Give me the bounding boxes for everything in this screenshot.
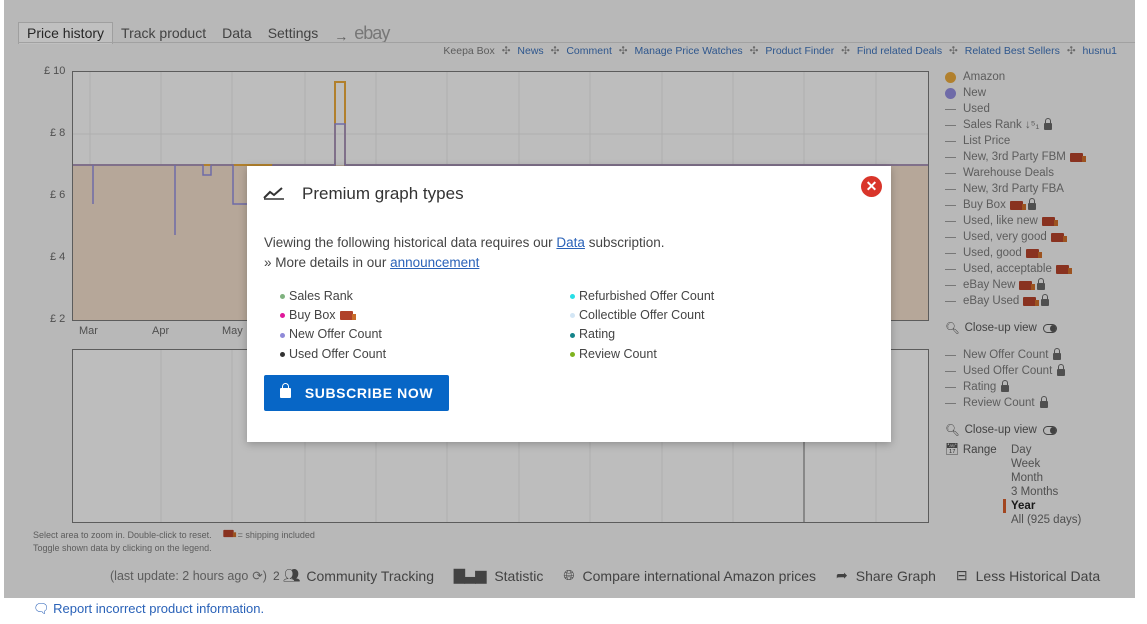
bullet-icon (280, 351, 285, 357)
list-item-label: Used Offer Count (289, 346, 387, 361)
modal-text-part: Viewing the following historical data re… (264, 235, 557, 250)
list-item-label: New Offer Count (289, 327, 382, 342)
premium-modal: Premium graph types ✕ Viewing the follow… (247, 166, 891, 442)
modal-text-line-2: » More details in our announcement (264, 253, 665, 273)
bullet-icon (280, 313, 285, 319)
modal-title: Premium graph types (302, 184, 464, 203)
list-item: Rating (570, 325, 714, 344)
list-item-label: Refurbished Offer Count (579, 289, 715, 303)
shopping-bag-icon (279, 383, 291, 398)
bullet-icon (280, 294, 285, 300)
list-item-label: Review Count (579, 346, 657, 361)
list-item: Review Count (570, 345, 714, 364)
premium-list-2: Refurbished Offer Count Collectible Offe… (570, 287, 714, 364)
subscribe-now-button[interactable]: SUBSCRIBE NOW (264, 375, 449, 411)
comment-icon: 🗨︎ (33, 601, 50, 616)
bullet-icon (570, 313, 575, 319)
modal-description: Viewing the following historical data re… (264, 233, 665, 273)
premium-list-1: Sales Rank Buy Box New Offer Count Used … (280, 287, 386, 364)
subscribe-label: SUBSCRIBE NOW (304, 385, 434, 401)
list-item-label: Buy Box (289, 308, 336, 323)
list-item-label: Sales Rank (289, 289, 353, 303)
trend-chart-icon (263, 187, 284, 200)
list-item: Refurbished Offer Count (570, 287, 714, 306)
list-item: Buy Box (280, 306, 386, 325)
modal-text-part: subscription. (584, 235, 665, 250)
list-item: Used Offer Count (280, 345, 386, 364)
list-item: Collectible Offer Count (570, 306, 714, 325)
data-link[interactable]: Data (556, 235, 585, 250)
bullet-icon (570, 294, 575, 300)
list-item-label: Rating (579, 327, 616, 342)
modal-text-part: » More details in our (264, 255, 391, 270)
bullet-icon (570, 351, 575, 357)
list-item-label: Collectible Offer Count (579, 308, 705, 323)
bullet-icon (570, 332, 575, 338)
bullet-icon (280, 332, 285, 338)
list-item: Sales Rank (280, 287, 386, 306)
truck-icon (339, 311, 356, 321)
report-label: Report incorrect product information. (53, 601, 265, 616)
modal-text-line-1: Viewing the following historical data re… (264, 233, 665, 253)
close-icon[interactable]: ✕ (861, 176, 882, 197)
announcement-link[interactable]: announcement (390, 255, 479, 270)
list-item: New Offer Count (280, 325, 386, 344)
report-link[interactable]: 🗨︎ Report incorrect product information. (33, 601, 264, 617)
